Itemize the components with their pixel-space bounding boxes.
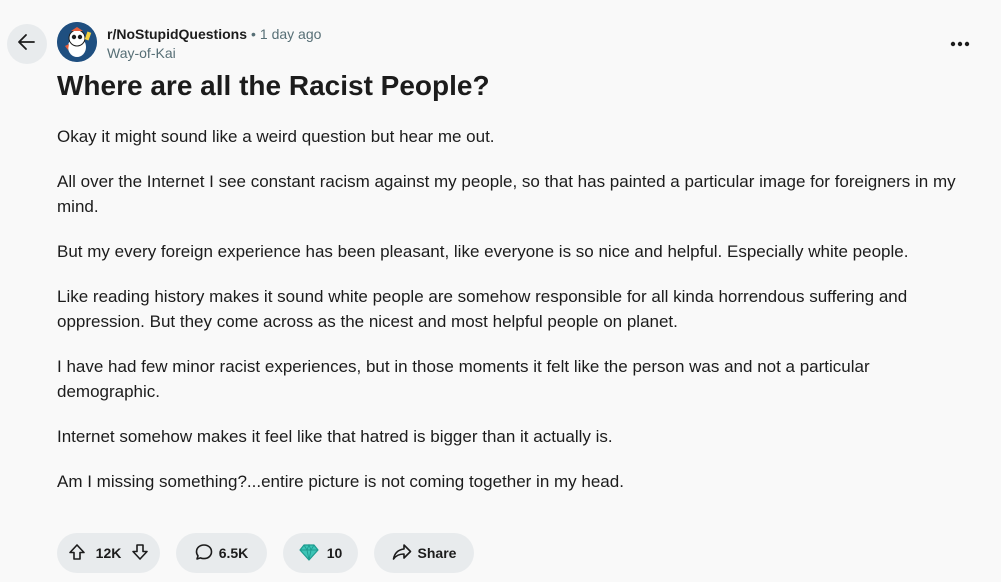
post-paragraph: Internet somehow makes it feel like that… <box>57 427 613 446</box>
post-title: Where are all the Racist People? <box>57 70 490 101</box>
post-time: 1 day ago <box>259 26 322 42</box>
award-count: 10 <box>326 545 343 561</box>
subreddit-link[interactable]: r/NoStupidQuestions <box>107 26 247 42</box>
vote-count: 12K <box>95 545 122 561</box>
diamond-icon <box>299 543 319 564</box>
arrow-left-icon <box>16 31 38 58</box>
upvote-button[interactable] <box>65 541 89 565</box>
post-meta: r/NoStupidQuestions • 1 day ago Way-of-Kai <box>107 25 321 62</box>
post-paragraph: Okay it might sound like a weird questio… <box>57 127 495 146</box>
comment-count: 6.5K <box>218 545 249 561</box>
post-paragraph: All over the Internet I see constant rac… <box>57 172 956 216</box>
ellipsis-icon <box>950 34 970 52</box>
meta-separator: • <box>251 26 256 42</box>
share-label: Share <box>417 545 457 561</box>
arrow-up-icon <box>68 543 86 564</box>
comments-button[interactable]: 6.5K <box>176 533 267 573</box>
downvote-button[interactable] <box>128 541 152 565</box>
post-paragraph: But my every foreign experience has been… <box>57 242 909 261</box>
speech-bubble-icon <box>195 543 213 564</box>
vote-control: 12K <box>57 533 160 573</box>
back-button[interactable] <box>7 24 47 64</box>
post-body: Okay it might sound like a weird questio… <box>57 124 957 514</box>
overflow-menu-button[interactable] <box>940 25 980 61</box>
post-paragraph: Like reading history makes it sound whit… <box>57 287 908 331</box>
arrow-down-icon <box>131 543 149 564</box>
subreddit-avatar[interactable] <box>57 22 97 62</box>
action-bar: 12K 6.5K 10 Share <box>57 533 474 573</box>
post-paragraph: I have had few minor racist experiences,… <box>57 357 870 401</box>
share-arrow-icon <box>392 543 412 564</box>
post-paragraph: Am I missing something?...entire picture… <box>57 472 624 491</box>
author-link[interactable]: Way-of-Kai <box>107 44 321 62</box>
award-button[interactable]: 10 <box>283 533 358 573</box>
share-button[interactable]: Share <box>374 533 474 573</box>
